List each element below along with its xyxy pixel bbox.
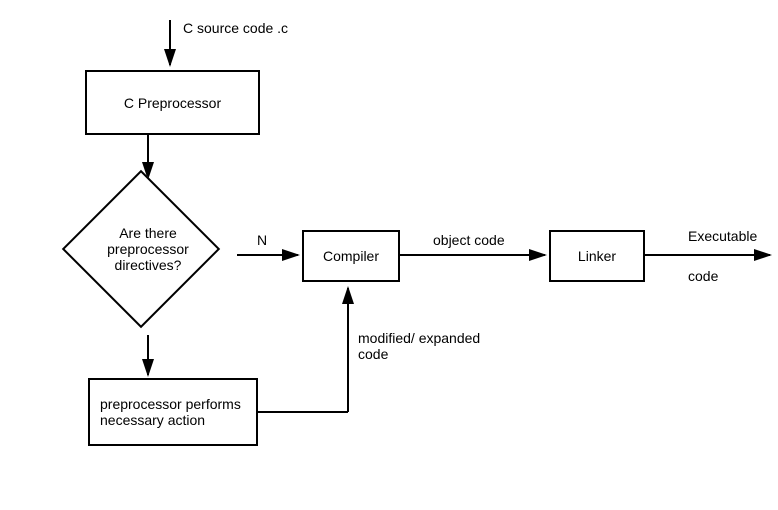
preprocessor-text: C Preprocessor — [124, 95, 221, 111]
input-label: C source code .c — [183, 20, 288, 36]
decision-text: Are there preprocessor directives? — [78, 225, 218, 273]
compiler-box: Compiler — [302, 230, 400, 282]
action-box: preprocessor performs necessary action — [88, 378, 258, 446]
executable-label-bottom: code — [688, 268, 718, 284]
object-code-label: object code — [433, 232, 505, 248]
compiler-text: Compiler — [323, 248, 379, 264]
executable-label-top: Executable — [688, 228, 757, 244]
linker-box: Linker — [549, 230, 645, 282]
preprocessor-box: C Preprocessor — [85, 70, 260, 135]
decision-no-label: N — [257, 232, 267, 248]
modified-code-label: modified/ expanded code — [358, 330, 498, 362]
action-text: preprocessor performs necessary action — [100, 396, 251, 428]
linker-text: Linker — [578, 248, 616, 264]
